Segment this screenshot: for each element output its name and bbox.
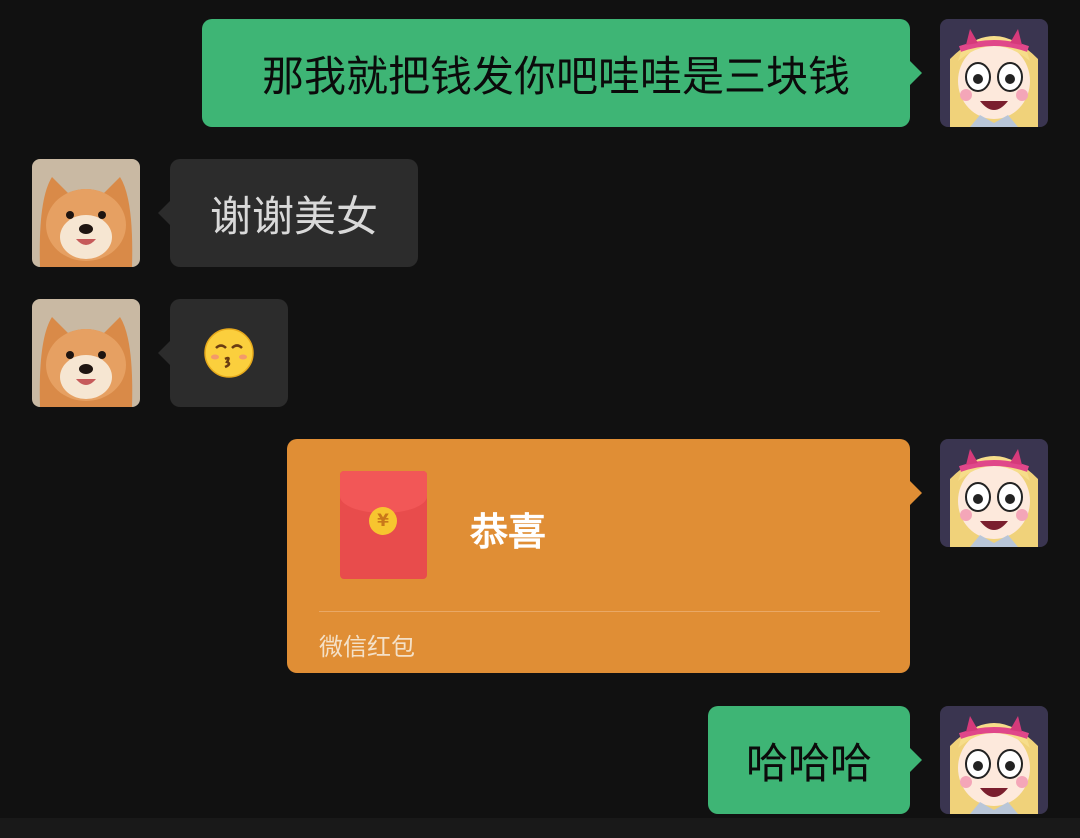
input-bar-edge (0, 818, 1080, 838)
message-bubble-incoming[interactable]: 谢谢美女 (158, 159, 418, 267)
cartoon-girl-avatar-icon (940, 706, 1048, 814)
red-packet-card[interactable]: ¥ 恭喜 微信红包 (287, 439, 922, 673)
message-text: 那我就把钱发你吧哇哇是三块钱 (261, 51, 850, 101)
kissing-face-with-smiling-eyes-icon (204, 328, 254, 378)
message-text: 哈哈哈 (745, 738, 872, 788)
message-text: 谢谢美女 (209, 191, 378, 241)
divider (319, 611, 880, 612)
cartoon-girl-avatar-icon (940, 439, 1048, 547)
shiba-dog-avatar-icon (32, 299, 140, 407)
chat-message-list[interactable]: 那我就把钱发你吧哇哇是三块钱 谢谢美女 ¥ 恭喜 微信红包 哈哈哈 (0, 0, 1080, 818)
shiba-dog-avatar-icon (32, 159, 140, 267)
cartoon-girl-avatar-icon (940, 19, 1048, 127)
red-packet-label: 微信红包 (319, 633, 415, 661)
my-avatar[interactable] (940, 706, 1048, 814)
friend-avatar[interactable] (32, 299, 140, 407)
coin-icon: ¥ (369, 507, 397, 535)
my-avatar[interactable] (940, 439, 1048, 547)
message-bubble-outgoing[interactable]: 那我就把钱发你吧哇哇是三块钱 (202, 19, 922, 127)
friend-avatar[interactable] (32, 159, 140, 267)
emoji-message (170, 299, 288, 407)
red-packet-title: 恭喜 (470, 510, 547, 554)
message-bubble-incoming[interactable] (158, 299, 288, 407)
message-bubble-outgoing[interactable]: 哈哈哈 (708, 706, 922, 814)
red-envelope-icon: ¥ (340, 471, 427, 579)
my-avatar[interactable] (940, 19, 1048, 127)
